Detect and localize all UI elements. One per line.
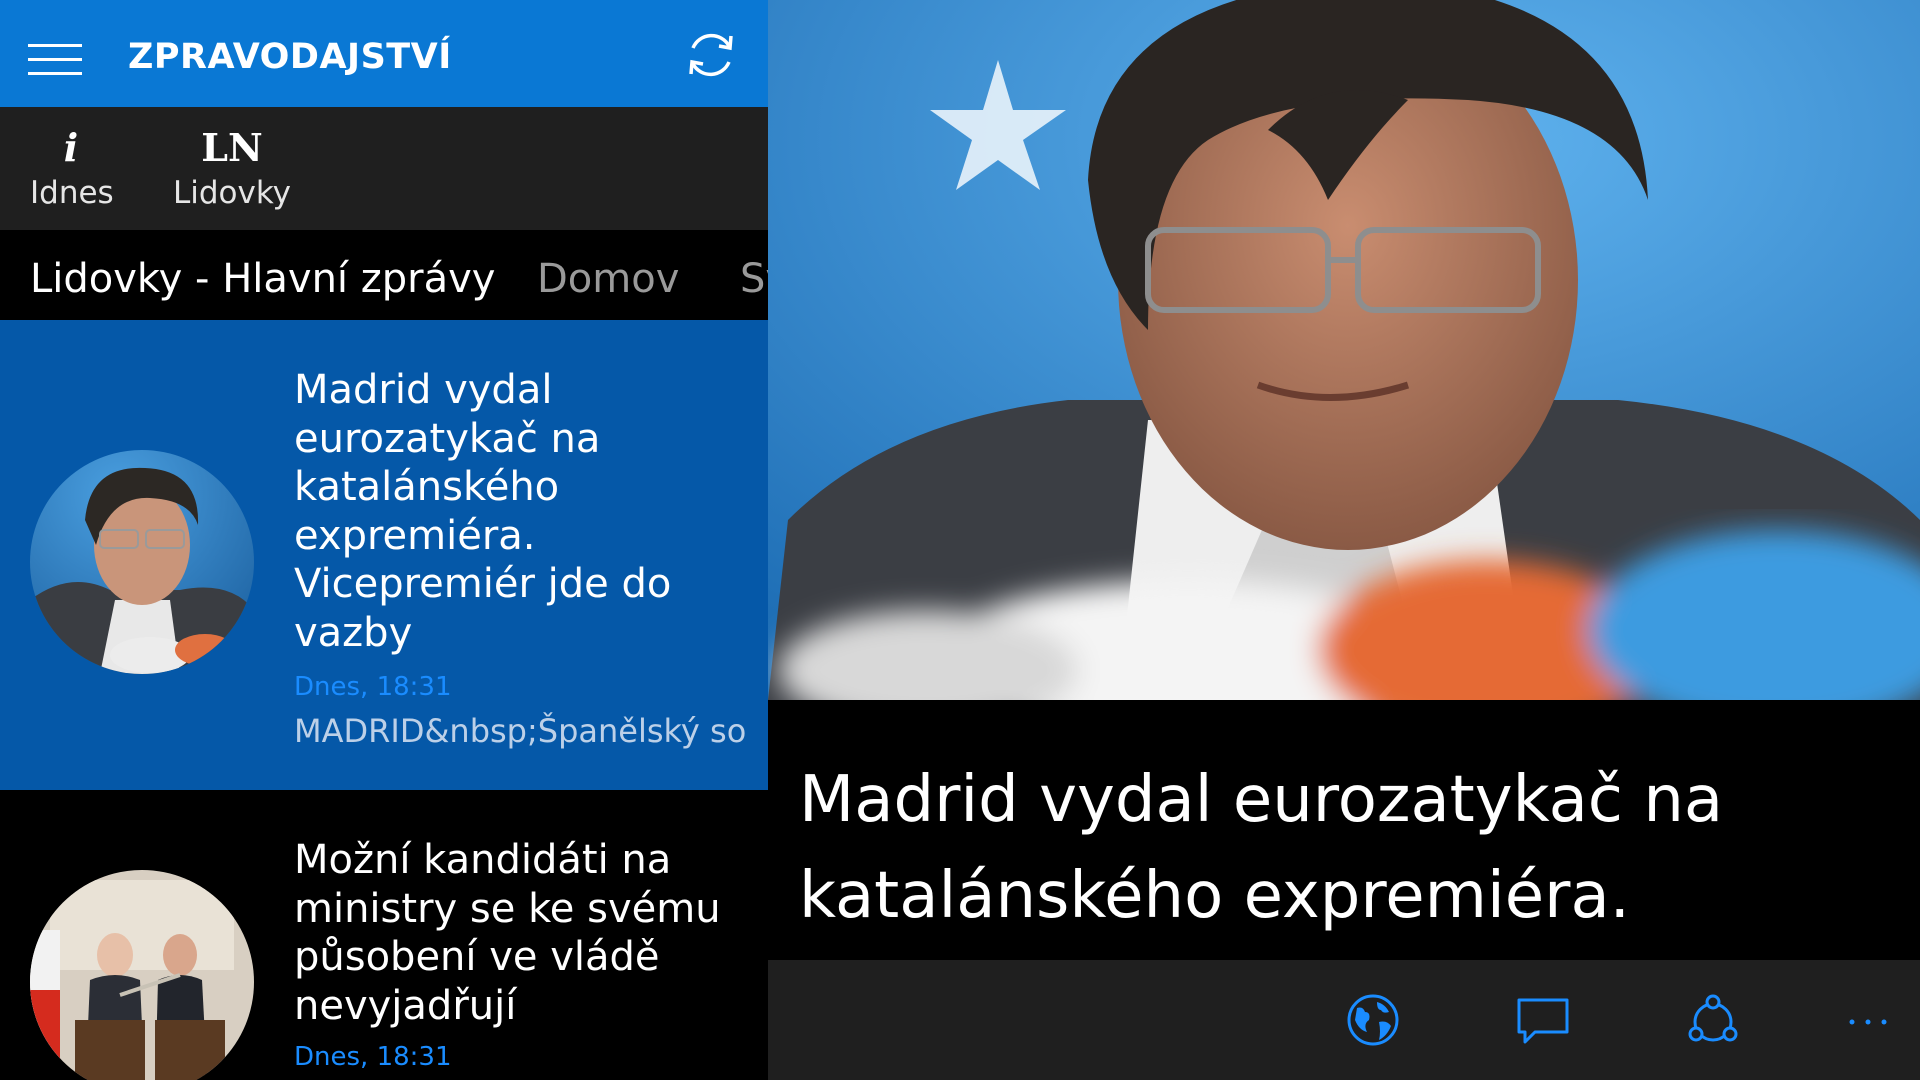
article-headline: Madrid vydal eurozatykač na katalánského… — [799, 763, 1724, 933]
article-timestamp: Dnes, 18:31 — [294, 1042, 452, 1072]
hamburger-icon[interactable] — [28, 42, 82, 76]
article-thumbnail — [30, 870, 254, 1080]
source-lidovky[interactable]: LN Lidovky — [168, 125, 296, 211]
refresh-icon[interactable] — [682, 26, 740, 84]
article-timestamp: Dnes, 18:31 — [294, 672, 452, 702]
article-title: Možní kandidáti na ministry se ke svému … — [294, 837, 721, 1029]
article-list-item[interactable]: Madrid vydal eurozatykač na katalánského… — [0, 320, 768, 790]
app-header: ZPRAVODAJSTVÍ — [0, 0, 768, 107]
hero-image — [768, 0, 1920, 700]
category-tab-hlavni-zpravy[interactable]: Lidovky - Hlavní zprávy — [30, 256, 495, 302]
lidovky-logo-icon: LN — [201, 125, 263, 170]
app-title: ZPRAVODAJSTVÍ — [128, 37, 452, 77]
article-thumbnail — [30, 450, 254, 674]
source-label: Idnes — [30, 175, 114, 211]
article-list-item[interactable]: Možní kandidáti na ministry se ke svému … — [0, 790, 768, 1080]
more-icon[interactable] — [1838, 990, 1898, 1050]
command-bar — [768, 960, 1920, 1080]
source-idnes[interactable]: i Idnes — [30, 125, 114, 211]
idnes-logo-icon: i — [63, 125, 79, 170]
category-pivot: Lidovky - Hlavní zprávy Domov Sv — [0, 230, 768, 320]
source-label: Lidovky — [172, 175, 292, 211]
comment-icon[interactable] — [1513, 990, 1573, 1050]
globe-icon[interactable] — [1343, 990, 1403, 1050]
article-detail-pane: Madrid vydal eurozatykač na katalánského… — [768, 0, 1920, 1080]
article-snippet: MADRID&nbsp;Španělský so — [294, 712, 747, 750]
share-icon[interactable] — [1683, 990, 1743, 1050]
category-tab-svet[interactable]: Sv — [740, 256, 768, 302]
news-list-pane: ZPRAVODAJSTVÍ i Idnes LN Lidovky Lidovky… — [0, 0, 768, 1080]
category-tab-domov[interactable]: Domov — [537, 256, 679, 302]
article-title: Madrid vydal eurozatykač na katalánského… — [294, 367, 672, 656]
source-switcher: i Idnes LN Lidovky — [0, 107, 768, 230]
